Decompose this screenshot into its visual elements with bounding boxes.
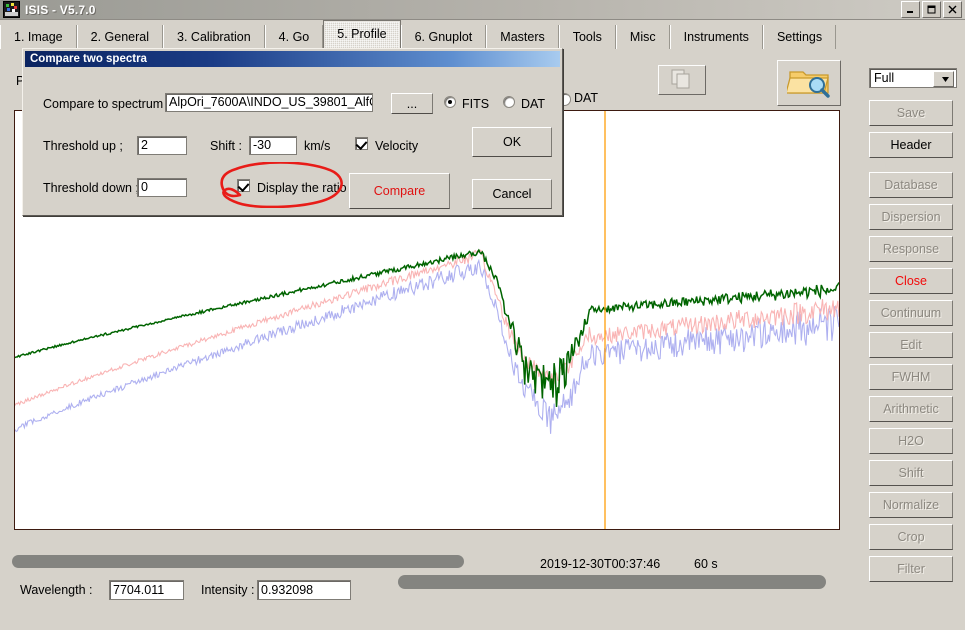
rail-button-close[interactable]: Close (869, 268, 953, 294)
rail-button-continuum[interactable]: Continuum (869, 300, 953, 326)
status-bar: Wavelength : 7704.011 Intensity : 0.9320… (0, 555, 965, 630)
view-mode-value: Full (874, 71, 895, 85)
view-mode-combobox[interactable]: Full (869, 68, 957, 88)
right-button-rail: Full Save Header Database Dispersion Res… (862, 60, 962, 588)
redaction-bar-bottom (398, 575, 826, 589)
cancel-button[interactable]: Cancel (472, 179, 552, 209)
tab-masters[interactable]: Masters (486, 25, 559, 49)
threshold-up-input[interactable]: 2 (137, 136, 187, 155)
shift-input[interactable]: -30 (249, 136, 297, 155)
velocity-checkbox[interactable] (355, 137, 368, 150)
rail-button-dispersion[interactable]: Dispersion (869, 204, 953, 230)
series-target-spectrum (15, 249, 839, 406)
tab-1-image[interactable]: 1. Image (0, 25, 77, 49)
threshold-down-label: Threshold down ; (43, 181, 139, 195)
rail-button-database[interactable]: Database (869, 172, 953, 198)
rail-button-crop[interactable]: Crop (869, 524, 953, 550)
compare-to-spectrum-input[interactable]: AlpOri_7600A\INDO_US_39801_AlfOri_cut (165, 93, 373, 112)
window-titlebar: ISIS - V5.7.0 (0, 0, 965, 20)
intensity-label: Intensity : (201, 583, 255, 597)
copy-spectrum-button[interactable] (658, 65, 706, 95)
display-the-ratio-label: Display the ratio (257, 181, 347, 195)
copy-pages-icon (671, 69, 693, 92)
dialog-title: Compare two spectra (30, 53, 147, 65)
compare-two-spectra-dialog: Compare two spectra Compare to spectrum … (22, 48, 563, 216)
rail-button-h2o[interactable]: H2O (869, 428, 953, 454)
wavelength-value: 7704.011 (109, 580, 184, 600)
shift-units-label: km/s (304, 139, 331, 153)
chevron-down-icon[interactable] (933, 71, 954, 87)
open-spectrum-button[interactable] (777, 60, 841, 106)
rail-button-arithmetic[interactable]: Arithmetic (869, 396, 953, 422)
browse-button[interactable]: ... (391, 93, 433, 114)
shift-label: Shift : (210, 139, 242, 153)
exposure-time: 60 s (694, 557, 718, 571)
tab-3-calibration[interactable]: 3. Calibration (163, 25, 265, 49)
velocity-label: Velocity (375, 139, 419, 153)
rail-button-header[interactable]: Header (869, 132, 953, 158)
series-reference-spectrum (15, 258, 839, 434)
ok-button[interactable]: OK (472, 127, 552, 157)
tab-2-general[interactable]: 2. General (76, 25, 164, 49)
rail-button-edit[interactable]: Edit (869, 332, 953, 358)
close-icon[interactable] (943, 1, 962, 18)
dialog-body: Compare to spectrum : AlpOri_7600A\INDO_… (25, 67, 560, 213)
rail-button-normalize[interactable]: Normalize (869, 492, 953, 518)
tab-instruments[interactable]: Instruments (669, 25, 763, 49)
compare-button[interactable]: Compare (349, 173, 450, 209)
threshold-up-label: Threshold up ; (43, 139, 123, 153)
format-radio-dat-label: DAT (521, 97, 546, 111)
format-radio-fits[interactable] (444, 96, 456, 108)
window-controls (901, 1, 962, 18)
display-the-ratio-checkbox[interactable] (237, 179, 250, 192)
folder-search-icon (785, 66, 831, 101)
dat-radio-label-background: DAT (574, 91, 599, 105)
window-title: ISIS - V5.7.0 (25, 2, 96, 17)
observation-datetime: 2019-12-30T00:37:46 (540, 557, 661, 571)
tab-settings[interactable]: Settings (762, 25, 837, 49)
wavelength-label: Wavelength : (20, 583, 93, 597)
isis-application-window: ISIS - V5.7.0 1. Image 2. General 3. Cal… (0, 0, 965, 630)
redaction-bar-top (12, 555, 464, 568)
tab-tools[interactable]: Tools (558, 25, 616, 49)
format-radio-dat[interactable] (503, 96, 515, 108)
tab-misc[interactable]: Misc (615, 25, 670, 49)
dialog-titlebar: Compare two spectra (25, 51, 560, 67)
rail-button-shift[interactable]: Shift (869, 460, 953, 486)
tab-5-profile[interactable]: 5. Profile (323, 20, 401, 49)
isis-app-icon (3, 1, 20, 18)
tab-4-go[interactable]: 4. Go (264, 25, 324, 49)
compare-to-spectrum-label: Compare to spectrum : (43, 97, 171, 111)
rail-button-fwhm[interactable]: FWHM (869, 364, 953, 390)
format-radio-fits-label: FITS (462, 97, 490, 111)
minimize-icon[interactable] (901, 1, 920, 18)
rail-button-response[interactable]: Response (869, 236, 953, 262)
tab-6-gnuplot[interactable]: 6. Gnuplot (400, 25, 487, 49)
intensity-value: 0.932098 (257, 580, 351, 600)
maximize-icon[interactable] (922, 1, 941, 18)
main-tab-strip: 1. Image 2. General 3. Calibration 4. Go… (0, 20, 965, 49)
threshold-down-input[interactable]: 0 (137, 178, 187, 197)
rail-button-save[interactable]: Save (869, 100, 953, 126)
